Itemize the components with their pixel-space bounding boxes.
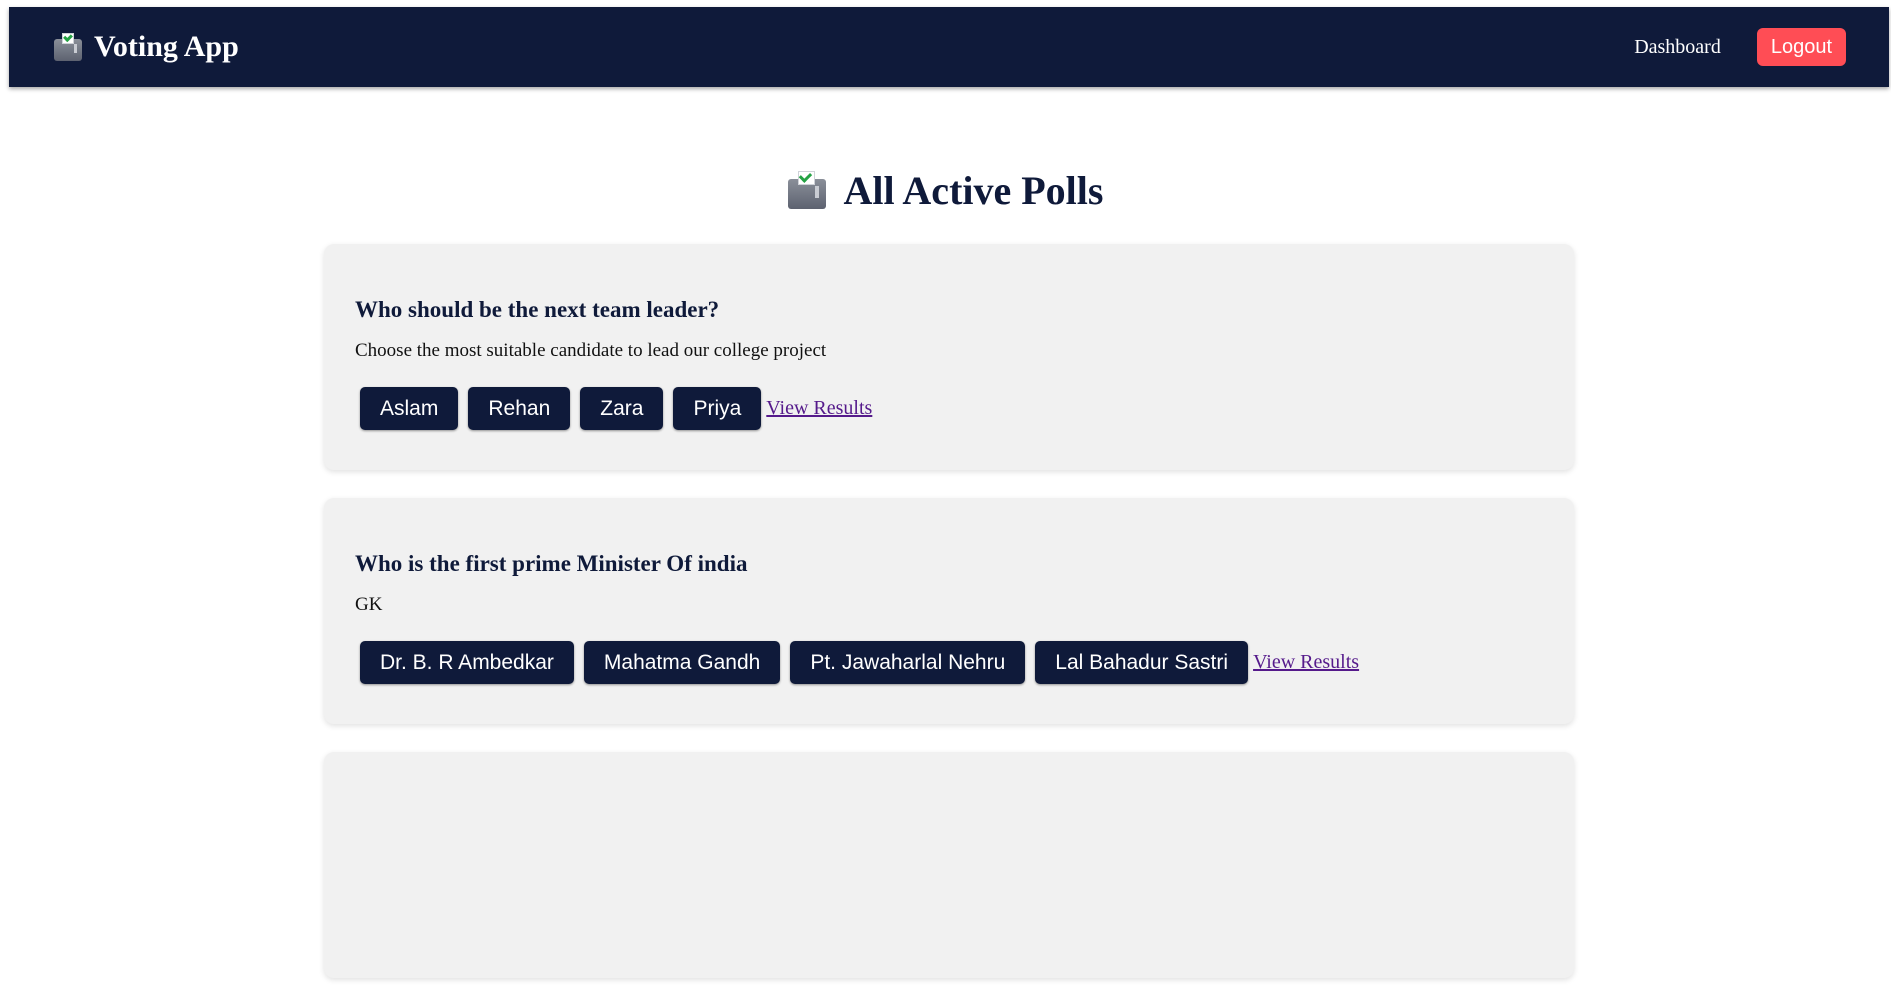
poll-question: Who is the first prime Minister Of india [355, 551, 748, 576]
ballot-box-icon [787, 168, 826, 209]
ballot-box-icon [54, 31, 82, 61]
vote-option-button[interactable]: Zara [580, 387, 664, 430]
vote-option-button[interactable]: Mahatma Gandh [583, 641, 781, 684]
page-title: All Active Polls [0, 160, 1891, 220]
view-results-link[interactable]: View Results [1253, 651, 1359, 674]
poll-question: Who should be the next team leader? [355, 297, 720, 322]
nav-actions: Dashboard Logout [1634, 28, 1846, 66]
poll-list: Who should be the next team leader? Choo… [324, 244, 1574, 1006]
view-results-link[interactable]: View Results [766, 397, 872, 420]
logout-button[interactable]: Logout [1756, 28, 1846, 66]
vote-option-button[interactable]: Pt. Jawaharlal Nehru [790, 641, 1026, 684]
poll-description: Choose the most suitable candidate to le… [355, 340, 827, 361]
poll-card [324, 752, 1574, 978]
brand-title: Voting App [94, 30, 239, 63]
poll-options: Aslam Rehan Zara Priya View Results [355, 387, 1543, 430]
page-title-text: All Active Polls [843, 167, 1104, 213]
poll-card: Who is the first prime Minister Of india… [324, 498, 1574, 724]
top-navbar: Voting App Dashboard Logout [9, 7, 1889, 87]
poll-card: Who should be the next team leader? Choo… [324, 244, 1574, 470]
vote-option-button[interactable]: Dr. B. R Ambedkar [360, 641, 574, 684]
poll-description: GK [355, 594, 383, 615]
vote-option-button[interactable]: Lal Bahadur Sastri [1035, 641, 1249, 684]
brand[interactable]: Voting App [54, 30, 239, 64]
poll-options: Dr. B. R Ambedkar Mahatma Gandh Pt. Jawa… [355, 641, 1543, 684]
dashboard-link[interactable]: Dashboard [1634, 36, 1721, 59]
vote-option-button[interactable]: Rehan [468, 387, 571, 430]
vote-option-button[interactable]: Aslam [360, 387, 459, 430]
vote-option-button[interactable]: Priya [673, 387, 762, 430]
